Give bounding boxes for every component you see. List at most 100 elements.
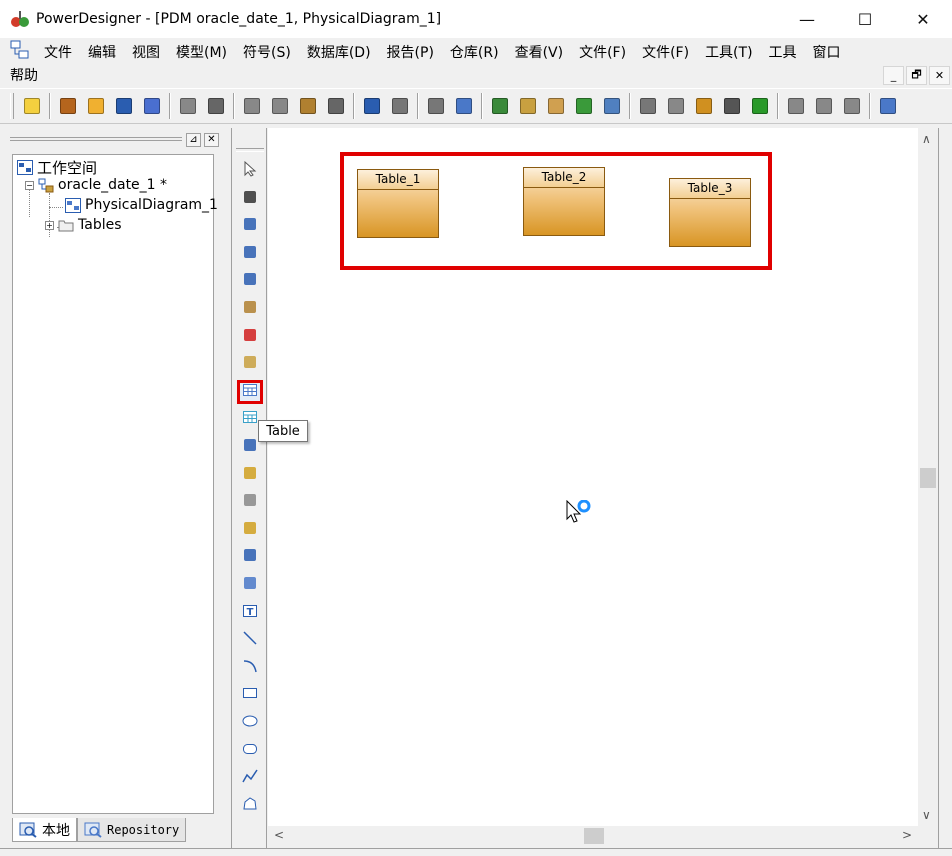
- palette-procedure-tool[interactable]: [237, 463, 263, 487]
- palette-delete-tool[interactable]: [237, 325, 263, 349]
- minimize-button[interactable]: —: [778, 0, 836, 38]
- horizontal-scroll-thumb[interactable]: [584, 828, 604, 844]
- forward-button[interactable]: [840, 94, 864, 118]
- back-button[interactable]: [812, 94, 836, 118]
- palette-line-tool[interactable]: [237, 628, 263, 652]
- save-all-button[interactable]: [140, 94, 164, 118]
- menu-help[interactable]: 帮助: [0, 65, 46, 85]
- table-symbol-1[interactable]: Table_1: [357, 169, 439, 238]
- menu-edit[interactable]: 编辑: [80, 42, 124, 62]
- document-menu-icon[interactable]: [0, 40, 36, 64]
- tab-repository[interactable]: Repository: [77, 818, 187, 842]
- menu-window[interactable]: 窗口: [805, 42, 849, 62]
- palette-table-tool[interactable]: [237, 379, 263, 404]
- maximize-button[interactable]: ☐: [836, 0, 894, 38]
- palette-grip[interactable]: [236, 148, 264, 152]
- menu-tools[interactable]: 工具: [761, 42, 805, 62]
- menu-database[interactable]: 数据库(D): [299, 42, 379, 62]
- palette-zoom-fit-tool[interactable]: [237, 269, 263, 293]
- menu-view[interactable]: 视图: [124, 42, 168, 62]
- menu-file-f1[interactable]: 文件(F): [571, 42, 634, 62]
- scroll-right-icon[interactable]: >: [902, 828, 912, 842]
- palette-grabber-tool[interactable]: [237, 187, 263, 211]
- palette-file-tool[interactable]: [237, 490, 263, 514]
- horizontal-scrollbar[interactable]: < >: [268, 826, 918, 846]
- table-symbol-3[interactable]: Table_3: [669, 178, 751, 247]
- open-folder-button[interactable]: [84, 94, 108, 118]
- diagram-canvas[interactable]: Table_1 Table_2 Table_3: [268, 128, 918, 826]
- tab-local[interactable]: 本地: [12, 818, 77, 842]
- new-button[interactable]: [20, 94, 44, 118]
- palette-properties-tool[interactable]: [237, 297, 263, 321]
- menu-repository[interactable]: 仓库(R): [442, 42, 507, 62]
- table-symbol-2[interactable]: Table_2: [523, 167, 605, 236]
- mdi-minimize-button[interactable]: _: [883, 66, 904, 85]
- pin-button[interactable]: ⊿: [186, 133, 201, 147]
- arrange-button[interactable]: [784, 94, 808, 118]
- check-model-button[interactable]: [452, 94, 476, 118]
- object-tree: 工作空间 − oracle_date_1 * PhysicalDiagram_1…: [12, 154, 218, 814]
- palette-zoom-out-tool[interactable]: [237, 242, 263, 266]
- menu-symbol[interactable]: 符号(S): [235, 42, 299, 62]
- palette-note-tool[interactable]: [237, 518, 263, 542]
- palette-text-tool[interactable]: T: [237, 601, 263, 625]
- import-button[interactable]: [516, 94, 540, 118]
- palette-synonym-tool[interactable]: [237, 573, 263, 597]
- menu-look[interactable]: 查看(V): [507, 42, 572, 62]
- palette-package-tool[interactable]: [237, 352, 263, 376]
- copy-button[interactable]: [268, 94, 292, 118]
- palette-rectangle-tool[interactable]: [237, 683, 263, 707]
- palette-ellipse-tool[interactable]: [237, 711, 263, 735]
- menu-file-f2[interactable]: 文件(F): [634, 42, 697, 62]
- print-button[interactable]: [204, 94, 228, 118]
- mdi-close-button[interactable]: ✕: [929, 66, 950, 85]
- panel-grip[interactable]: [10, 137, 182, 141]
- new-model-button[interactable]: [488, 94, 512, 118]
- menu-report[interactable]: 报告(P): [379, 42, 442, 62]
- format-button[interactable]: [636, 94, 660, 118]
- paste-button[interactable]: [296, 94, 320, 118]
- palette-rounded-rect-tool[interactable]: [237, 739, 263, 763]
- scroll-left-icon[interactable]: <: [274, 828, 284, 842]
- properties-button[interactable]: [424, 94, 448, 118]
- vertical-scrollbar[interactable]: ∧ ∨: [918, 128, 938, 826]
- tree-diagram[interactable]: PhysicalDiagram_1: [65, 197, 218, 213]
- close-button[interactable]: ✕: [894, 0, 952, 38]
- tree-workspace[interactable]: 工作空间: [17, 157, 97, 178]
- palette-arc-tool[interactable]: [237, 656, 263, 680]
- expand-icon[interactable]: +: [45, 220, 54, 230]
- palette-polygon-tool[interactable]: [237, 794, 263, 818]
- undo-button[interactable]: [360, 94, 384, 118]
- export-button[interactable]: [544, 94, 568, 118]
- redo-button[interactable]: [388, 94, 412, 118]
- cut-button[interactable]: [240, 94, 264, 118]
- collapse-icon[interactable]: −: [25, 180, 34, 190]
- delete-button[interactable]: [324, 94, 348, 118]
- scroll-up-icon[interactable]: ∧: [922, 132, 931, 146]
- menu-model[interactable]: 模型(M): [168, 42, 235, 62]
- print-preview-button[interactable]: [176, 94, 200, 118]
- scroll-down-icon[interactable]: ∨: [922, 808, 931, 822]
- menu-tools-t[interactable]: 工具(T): [697, 42, 760, 62]
- tree-model[interactable]: − oracle_date_1 *: [25, 177, 167, 193]
- brush-button[interactable]: [692, 94, 716, 118]
- open-package-button[interactable]: [56, 94, 80, 118]
- mdi-restore-button[interactable]: 🗗: [906, 66, 927, 85]
- menu-file[interactable]: 文件: [36, 42, 80, 62]
- save-button[interactable]: [112, 94, 136, 118]
- panel-close-button[interactable]: ✕: [204, 133, 219, 147]
- palette-polyline-tool[interactable]: [237, 766, 263, 790]
- vertical-scroll-thumb[interactable]: [920, 468, 936, 488]
- window-button[interactable]: [876, 94, 900, 118]
- refresh-button[interactable]: [572, 94, 596, 118]
- fill-button[interactable]: [720, 94, 744, 118]
- toolbar-grip[interactable]: [10, 93, 14, 119]
- font-button[interactable]: [748, 94, 772, 118]
- generate-button[interactable]: [600, 94, 624, 118]
- palette-pointer-tool[interactable]: [237, 159, 263, 183]
- view-icon: [242, 409, 258, 429]
- tree-tables-folder[interactable]: + Tables: [45, 217, 122, 233]
- align-button[interactable]: [664, 94, 688, 118]
- palette-zoom-in-tool[interactable]: [237, 214, 263, 238]
- palette-link-tool[interactable]: [237, 545, 263, 569]
